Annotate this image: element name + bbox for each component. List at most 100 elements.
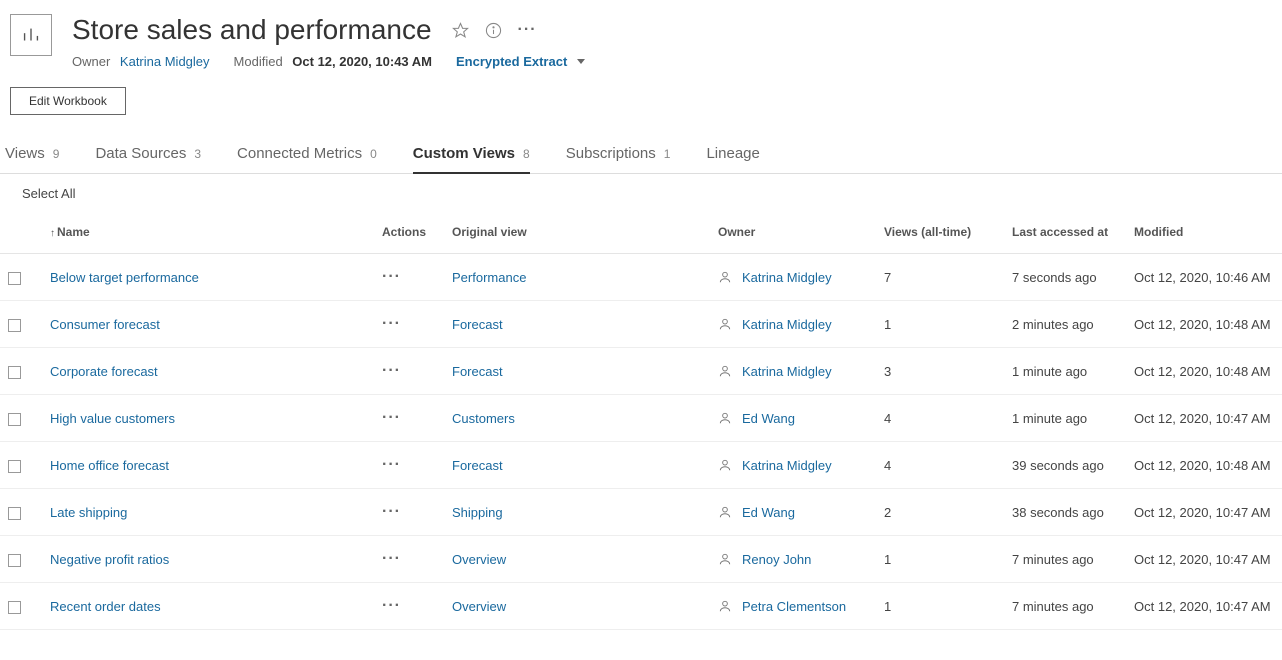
custom-view-link[interactable]: Home office forecast xyxy=(50,458,169,473)
more-actions-icon[interactable]: ··· xyxy=(518,21,537,39)
col-actions: Actions xyxy=(374,213,444,254)
modified-meta: Modified Oct 12, 2020, 10:43 AM xyxy=(234,54,432,69)
row-actions-icon[interactable]: ··· xyxy=(382,409,401,426)
owner-link[interactable]: Ed Wang xyxy=(742,411,795,426)
tab-label: Lineage xyxy=(706,145,759,162)
col-last-accessed[interactable]: Last accessed at xyxy=(1004,213,1126,254)
tab-count: 0 xyxy=(370,147,377,161)
modified-value: Oct 12, 2020, 10:47 AM xyxy=(1126,489,1282,536)
modified-value: Oct 12, 2020, 10:47 AM xyxy=(1126,583,1282,630)
table-row: Below target performance ··· Performance Ka… xyxy=(0,254,1282,301)
custom-view-link[interactable]: Recent order dates xyxy=(50,599,161,614)
owner-link[interactable]: Ed Wang xyxy=(742,505,795,520)
modified-value: Oct 12, 2020, 10:46 AM xyxy=(1126,254,1282,301)
tab-label: Custom Views xyxy=(413,145,515,162)
original-view-link[interactable]: Forecast xyxy=(452,364,503,379)
original-view-link[interactable]: Overview xyxy=(452,599,506,614)
views-value: 1 xyxy=(876,301,1004,348)
owner-link[interactable]: Katrina Midgley xyxy=(742,364,832,379)
row-checkbox[interactable] xyxy=(8,554,21,567)
last-accessed-value: 7 seconds ago xyxy=(1004,254,1126,301)
owner-link[interactable]: Katrina Midgley xyxy=(742,317,832,332)
table-row: Home office forecast ··· Forecast Katrina M… xyxy=(0,442,1282,489)
original-view-link[interactable]: Performance xyxy=(452,270,526,285)
table-row: Corporate forecast ··· Forecast Katrina Mid… xyxy=(0,348,1282,395)
custom-view-link[interactable]: Corporate forecast xyxy=(50,364,158,379)
tab-label: Data Sources xyxy=(95,145,186,162)
tab-connected-metrics[interactable]: Connected Metrics 0 xyxy=(237,145,377,173)
views-value: 1 xyxy=(876,583,1004,630)
row-actions-icon[interactable]: ··· xyxy=(382,315,401,332)
tab-data-sources[interactable]: Data Sources 3 xyxy=(95,145,201,173)
tab-lineage[interactable]: Lineage xyxy=(706,145,759,173)
row-actions-icon[interactable]: ··· xyxy=(382,456,401,473)
custom-view-link[interactable]: High value customers xyxy=(50,411,175,426)
original-view-link[interactable]: Customers xyxy=(452,411,515,426)
views-value: 1 xyxy=(876,536,1004,583)
modified-value: Oct 12, 2020, 10:47 AM xyxy=(1126,536,1282,583)
col-name[interactable]: ↑Name xyxy=(34,213,374,254)
modified-value: Oct 12, 2020, 10:48 AM xyxy=(1126,301,1282,348)
col-owner[interactable]: Owner xyxy=(710,213,876,254)
views-value: 7 xyxy=(876,254,1004,301)
row-checkbox[interactable] xyxy=(8,366,21,379)
last-accessed-value: 38 seconds ago xyxy=(1004,489,1126,536)
row-actions-icon[interactable]: ··· xyxy=(382,550,401,567)
encrypted-extract-dropdown[interactable]: Encrypted Extract xyxy=(456,54,585,69)
owner-meta: Owner Katrina Midgley xyxy=(72,54,210,69)
table-row: Negative profit ratios ··· Overview Renoy J… xyxy=(0,536,1282,583)
tab-count: 1 xyxy=(664,147,671,161)
views-value: 2 xyxy=(876,489,1004,536)
col-original-view[interactable]: Original view xyxy=(444,213,710,254)
custom-view-link[interactable]: Below target performance xyxy=(50,270,199,285)
owner-link[interactable]: Katrina Midgley xyxy=(742,270,832,285)
tab-custom-views[interactable]: Custom Views8 xyxy=(413,145,530,174)
row-actions-icon[interactable]: ··· xyxy=(382,362,401,379)
info-icon[interactable] xyxy=(485,22,502,39)
table-row: High value customers ··· Customers Ed Wang 4… xyxy=(0,395,1282,442)
col-modified[interactable]: Modified xyxy=(1126,213,1282,254)
select-all-link[interactable]: Select All xyxy=(22,186,75,201)
modified-value: Oct 12, 2020, 10:48 AM xyxy=(1126,442,1282,489)
col-views-alltime[interactable]: Views (all-time) xyxy=(876,213,1004,254)
custom-view-link[interactable]: Consumer forecast xyxy=(50,317,160,332)
modified-value: Oct 12, 2020, 10:47 AM xyxy=(1126,395,1282,442)
original-view-link[interactable]: Forecast xyxy=(452,317,503,332)
owner-link[interactable]: Renoy John xyxy=(742,552,811,567)
row-checkbox[interactable] xyxy=(8,460,21,473)
last-accessed-value: 7 minutes ago xyxy=(1004,536,1126,583)
tab-count: 3 xyxy=(194,147,201,161)
row-checkbox[interactable] xyxy=(8,413,21,426)
tab-label: Subscriptions xyxy=(566,145,656,162)
custom-view-link[interactable]: Late shipping xyxy=(50,505,127,520)
last-accessed-value: 1 minute ago xyxy=(1004,395,1126,442)
last-accessed-value: 1 minute ago xyxy=(1004,348,1126,395)
tab-label: Connected Metrics xyxy=(237,145,362,162)
tab-subscriptions[interactable]: Subscriptions 1 xyxy=(566,145,671,173)
edit-workbook-button[interactable]: Edit Workbook xyxy=(10,87,126,115)
last-accessed-value: 2 minutes ago xyxy=(1004,301,1126,348)
row-actions-icon[interactable]: ··· xyxy=(382,597,401,614)
last-accessed-value: 7 minutes ago xyxy=(1004,583,1126,630)
page-header: Store sales and performance ··· xyxy=(0,0,1282,69)
row-checkbox[interactable] xyxy=(8,319,21,332)
row-actions-icon[interactable]: ··· xyxy=(382,503,401,520)
views-value: 4 xyxy=(876,395,1004,442)
table-row: Late shipping ··· Shipping Ed Wang 238 secon… xyxy=(0,489,1282,536)
original-view-link[interactable]: Shipping xyxy=(452,505,503,520)
row-checkbox[interactable] xyxy=(8,601,21,614)
custom-view-link[interactable]: Negative profit ratios xyxy=(50,552,169,567)
owner-link[interactable]: Petra Clementson xyxy=(742,599,846,614)
row-checkbox[interactable] xyxy=(8,272,21,285)
owner-link[interactable]: Katrina Midgley xyxy=(742,458,832,473)
tab-views[interactable]: Views 9 xyxy=(5,145,59,173)
row-checkbox[interactable] xyxy=(8,507,21,520)
tab-count: 9 xyxy=(53,147,60,161)
views-value: 4 xyxy=(876,442,1004,489)
row-actions-icon[interactable]: ··· xyxy=(382,268,401,285)
owner-link[interactable]: Katrina Midgley xyxy=(120,54,210,69)
tab-label: Views xyxy=(5,145,45,162)
original-view-link[interactable]: Forecast xyxy=(452,458,503,473)
favorite-star-icon[interactable] xyxy=(452,22,469,39)
original-view-link[interactable]: Overview xyxy=(452,552,506,567)
